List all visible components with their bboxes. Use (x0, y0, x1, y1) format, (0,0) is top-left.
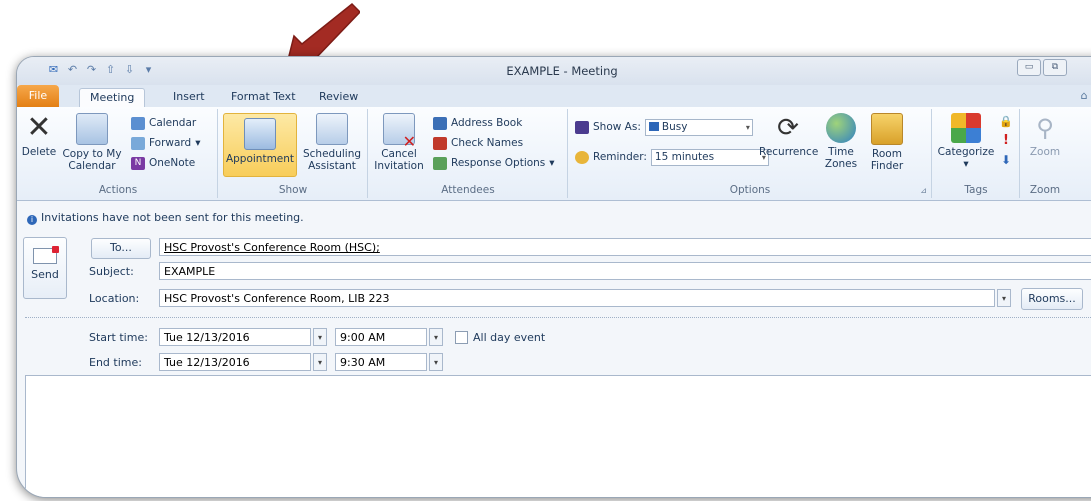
end-time-field[interactable]: 9:30 AM (335, 353, 427, 371)
onenote-button[interactable]: N OneNote (131, 155, 195, 171)
info-icon: i (27, 215, 37, 225)
restore-button[interactable]: ⧉ (1043, 59, 1067, 76)
scheduling-icon (316, 113, 348, 145)
cancel-invitation-button[interactable]: ✕ Cancel Invitation (373, 113, 425, 172)
meeting-window: ✉ ↶ ↷ ⇧ ⇩ ▾ EXAMPLE - Meeting ▭ ⧉ File M… (16, 56, 1091, 498)
globe-icon (826, 113, 856, 143)
check-names-button[interactable]: Check Names (433, 135, 523, 151)
tab-review[interactable]: Review (309, 88, 368, 106)
send-envelope-icon (33, 246, 59, 264)
appointment-button[interactable]: Appointment (223, 113, 297, 177)
subject-field[interactable]: EXAMPLE (159, 262, 1091, 280)
zoom-button[interactable]: ⚲ Zoom (1025, 113, 1065, 158)
response-options-button[interactable]: Response Options ▾ (433, 155, 555, 171)
categorize-icon (951, 113, 981, 143)
start-time-field[interactable]: 9:00 AM (335, 328, 427, 346)
start-date-field[interactable]: Tue 12/13/2016 (159, 328, 311, 346)
tab-file[interactable]: File (17, 85, 59, 107)
end-date-dropdown-icon[interactable]: ▾ (313, 353, 327, 371)
to-field[interactable]: HSC Provost's Conference Room (HSC); (159, 238, 1091, 256)
location-dropdown-icon[interactable]: ▾ (997, 289, 1011, 307)
calendar-copy-icon (76, 113, 108, 145)
high-importance-icon[interactable]: ! (1003, 133, 1009, 148)
ribbon-tabs: File Meeting Insert Format Text Review ⌂… (17, 85, 1091, 108)
reminder-select[interactable]: 15 minutes ▾ (650, 148, 769, 166)
message-body[interactable] (25, 375, 1091, 497)
group-actions: ✕ Delete Copy to My Calendar Calendar Fo… (19, 109, 218, 198)
ribbon: ✕ Delete Copy to My Calendar Calendar Fo… (17, 107, 1091, 201)
forward-icon (131, 136, 145, 150)
window-title: EXAMPLE - Meeting (506, 64, 618, 78)
cancel-invitation-icon: ✕ (383, 113, 416, 150)
reminder-bell-icon (575, 150, 589, 164)
room-finder-button[interactable]: Room Finder (865, 113, 909, 172)
info-bar: i Invitations have not been sent for this… (17, 211, 1091, 229)
minimize-button[interactable]: ▭ (1017, 59, 1041, 76)
recurrence-button[interactable]: ⟳ Recurrence (759, 113, 818, 158)
group-attendees: ✕ Cancel Invitation Address Book Check N… (369, 109, 568, 198)
group-label-actions: Actions (98, 184, 138, 196)
title-bar: ✉ ↶ ↷ ⇧ ⇩ ▾ EXAMPLE - Meeting ▭ ⧉ (17, 57, 1091, 85)
group-options: Show As: Busy ▾ Reminder: 15 minutes ▾ ⟳… (569, 109, 932, 198)
group-label-attendees: Attendees (441, 184, 495, 196)
show-as-icon (575, 120, 589, 134)
address-book-icon (433, 116, 447, 130)
delete-button[interactable]: ✕ Delete (21, 110, 57, 159)
end-time-label: End time: (89, 356, 142, 369)
show-as-select[interactable]: Busy ▾ (644, 118, 753, 136)
start-date-dropdown-icon[interactable]: ▾ (313, 328, 327, 346)
chevron-down-icon: ▾ (745, 122, 750, 132)
tab-insert[interactable]: Insert (163, 88, 215, 106)
tab-format-text[interactable]: Format Text (221, 88, 306, 106)
group-tags: Categorize ▾ 🔒 ! ⬇ Tags (933, 109, 1020, 198)
divider (25, 317, 1091, 318)
help-icon[interactable]: ⌂ ? (1081, 89, 1091, 102)
group-show: Appointment Scheduling Assistant Show (219, 109, 368, 198)
location-label: Location: (89, 292, 140, 305)
group-label-tags: Tags (964, 184, 988, 196)
address-book-button[interactable]: Address Book (433, 115, 522, 131)
start-time-dropdown-icon[interactable]: ▾ (429, 328, 443, 346)
rooms-button[interactable]: Rooms... (1021, 288, 1083, 310)
magnifier-icon: ⚲ (1036, 114, 1054, 142)
reminder-control: Reminder: 15 minutes ▾ (575, 148, 769, 166)
start-time-label: Start time: (89, 331, 148, 344)
categorize-button[interactable]: Categorize ▾ (937, 113, 995, 170)
group-zoom: ⚲ Zoom Zoom (1021, 109, 1069, 198)
appointment-icon (244, 118, 276, 150)
end-time-dropdown-icon[interactable]: ▾ (429, 353, 443, 371)
calendar-icon (131, 116, 145, 130)
send-button[interactable]: Send (23, 237, 67, 299)
recurrence-icon: ⟳ (777, 113, 799, 143)
forward-button[interactable]: Forward ▾ (131, 135, 201, 151)
location-field[interactable]: HSC Provost's Conference Room, LIB 223 (159, 289, 995, 307)
time-zones-button[interactable]: Time Zones (821, 113, 861, 170)
to-button[interactable]: To... (91, 238, 151, 259)
all-day-checkbox[interactable] (455, 331, 468, 344)
show-as-control: Show As: Busy ▾ (575, 118, 753, 136)
calendar-button[interactable]: Calendar (131, 115, 196, 131)
check-names-icon (433, 136, 447, 150)
group-label-show: Show (278, 184, 308, 196)
delete-icon: ✕ (26, 110, 52, 145)
low-importance-icon[interactable]: ⬇ (1001, 153, 1011, 167)
window-controls: ▭ ⧉ (1017, 59, 1067, 76)
group-label-zoom: Zoom (1029, 184, 1061, 196)
subject-label: Subject: (89, 265, 134, 278)
group-label-options: Options (729, 184, 771, 196)
private-lock-icon[interactable]: 🔒 (999, 115, 1013, 128)
tab-meeting[interactable]: Meeting (79, 88, 146, 107)
scheduling-assistant-button[interactable]: Scheduling Assistant (299, 113, 365, 172)
busy-color-icon (648, 121, 659, 131)
response-options-icon (433, 156, 447, 170)
copy-to-calendar-button[interactable]: Copy to My Calendar (59, 113, 125, 172)
onenote-icon: N (131, 156, 145, 170)
end-date-field[interactable]: Tue 12/13/2016 (159, 353, 311, 371)
room-finder-icon (871, 113, 903, 145)
all-day-label: All day event (473, 331, 546, 344)
